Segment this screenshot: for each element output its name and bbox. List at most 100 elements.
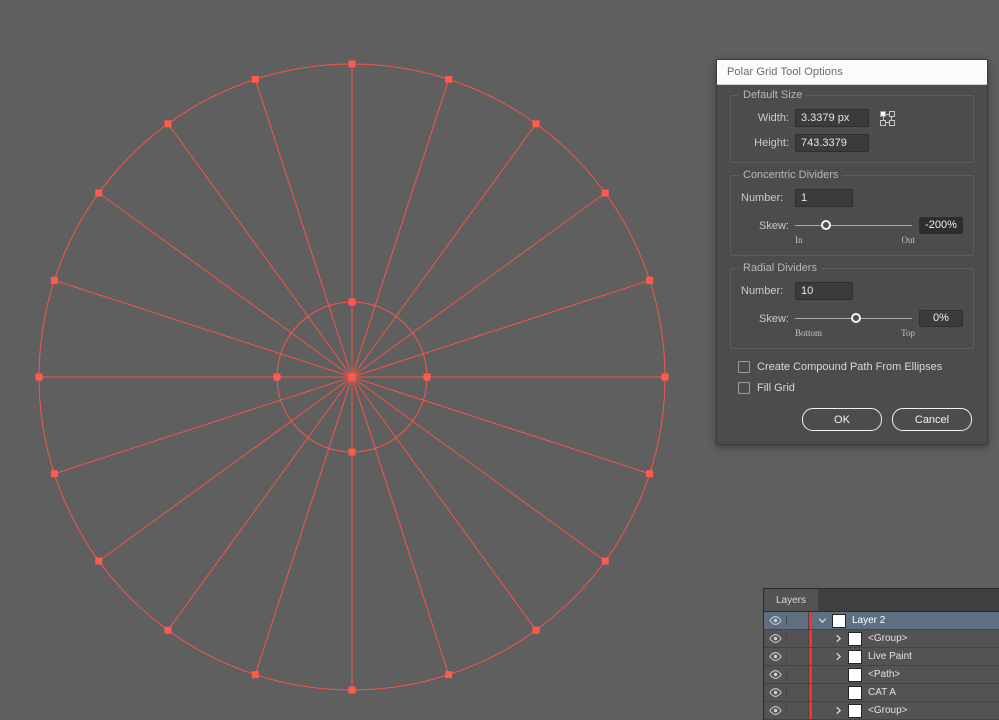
dialog-titlebar[interactable]: Polar Grid Tool Options [717, 60, 987, 85]
radial-number-label: Number: [741, 285, 784, 297]
concentric-number-row: Number: 1 [741, 189, 963, 207]
anchor-point[interactable] [348, 686, 356, 694]
lock-toggle-cell[interactable] [787, 684, 809, 701]
radial-number-row: Number: 10 [741, 282, 963, 300]
width-field-row: Width: 3.3379 px [741, 109, 963, 127]
height-input[interactable]: 743.3379 [795, 134, 869, 152]
anchor-point[interactable] [601, 189, 609, 197]
eye-icon[interactable] [764, 688, 787, 697]
eye-icon[interactable] [764, 670, 787, 679]
anchor-point[interactable] [445, 75, 453, 83]
concentric-number-input[interactable]: 1 [795, 189, 853, 207]
checkbox-label: Create Compound Path From Ellipses [757, 361, 943, 373]
anchor-point[interactable] [50, 276, 58, 284]
eye-icon[interactable] [764, 706, 787, 715]
layer-color-bar [809, 684, 812, 701]
layer-color-bar [809, 702, 812, 719]
radial-skew-max-label: Top [901, 328, 915, 338]
anchor-point[interactable] [95, 557, 103, 565]
width-label: Width: [757, 112, 789, 124]
layer-row[interactable]: Layer 2 [764, 612, 999, 630]
reference-point-icon[interactable] [879, 110, 896, 127]
concentric-skew-end-labels: In Out [795, 235, 915, 245]
concentric-skew-slider[interactable] [795, 218, 912, 234]
checkbox-row-1[interactable]: Fill Grid [738, 382, 974, 394]
layer-color-bar [809, 630, 812, 647]
default-size-group: Default Size Width: 3.3379 px Height: 74 [730, 89, 974, 163]
anchor-point[interactable] [601, 557, 609, 565]
anchor-point[interactable] [646, 276, 654, 284]
anchor-point[interactable] [251, 75, 259, 83]
layer-row[interactable]: Live Paint [764, 648, 999, 666]
concentric-number-label: Number: [741, 192, 784, 204]
eye-icon[interactable] [764, 616, 787, 625]
eye-icon[interactable] [764, 652, 787, 661]
chevron-right-icon[interactable] [828, 634, 848, 643]
anchor-point[interactable] [273, 373, 281, 381]
anchor-point[interactable] [35, 373, 43, 381]
layer-thumbnail [848, 703, 862, 718]
concentric-skew-max-label: Out [901, 235, 916, 245]
radial-skew-slider[interactable] [795, 311, 912, 327]
anchor-point[interactable] [164, 626, 172, 634]
width-input[interactable]: 3.3379 px [795, 109, 869, 127]
layer-row[interactable]: <Group> [764, 630, 999, 648]
anchor-point[interactable] [95, 189, 103, 197]
checkbox-label: Fill Grid [757, 382, 795, 394]
cancel-button[interactable]: Cancel [892, 408, 972, 431]
anchor-point[interactable] [348, 448, 356, 456]
chevron-down-icon[interactable] [812, 616, 832, 625]
checkbox-icon[interactable] [738, 361, 750, 373]
anchor-point[interactable] [348, 60, 356, 68]
layer-name: <Group> [868, 705, 908, 716]
layer-thumbnail [848, 631, 862, 646]
anchor-point[interactable] [423, 373, 431, 381]
lock-toggle-cell[interactable] [787, 630, 809, 647]
radial-skew-end-labels: Bottom Top [795, 328, 915, 338]
anchor-point[interactable] [50, 470, 58, 478]
radial-skew-row: Skew: 0% [741, 310, 963, 327]
lock-toggle-cell[interactable] [787, 612, 809, 629]
layer-row[interactable]: <Path> [764, 666, 999, 684]
tab-layers[interactable]: Layers [764, 589, 819, 611]
radial-skew-knob[interactable] [851, 312, 862, 323]
anchor-point[interactable] [532, 626, 540, 634]
height-label: Height: [754, 137, 789, 149]
radial-skew-value[interactable]: 0% [919, 310, 963, 327]
concentric-skew-value[interactable]: -200% [919, 217, 963, 234]
anchor-point[interactable] [445, 671, 453, 679]
dialog-title: Polar Grid Tool Options [727, 66, 843, 78]
lock-toggle-cell[interactable] [787, 648, 809, 665]
layer-row-list: Layer 2 <Group> Live Paint <Path> CAT A <Grou… [764, 612, 999, 720]
concentric-dividers-group: Concentric Dividers Number: 1 Skew: -200… [730, 169, 974, 256]
anchor-point[interactable] [532, 120, 540, 128]
anchor-point[interactable] [251, 671, 259, 679]
chevron-right-icon[interactable] [828, 652, 848, 661]
lock-toggle-cell[interactable] [787, 702, 809, 719]
ok-button[interactable]: OK [802, 408, 882, 431]
chevron-right-icon[interactable] [828, 706, 848, 715]
concentric-skew-track [795, 224, 912, 226]
anchor-point[interactable] [661, 373, 669, 381]
checkbox-row-0[interactable]: Create Compound Path From Ellipses [738, 361, 974, 373]
concentric-dividers-group-title: Concentric Dividers [739, 169, 843, 181]
layer-row[interactable]: <Group> [764, 702, 999, 720]
concentric-skew-knob[interactable] [820, 219, 831, 230]
layers-panel-tabbar: Layers [764, 589, 999, 612]
anchor-point[interactable] [348, 373, 356, 381]
layers-panel: Layers Layer 2 <Group> Live Paint <Path> CAT… [763, 588, 999, 720]
concentric-skew-row: Skew: -200% [741, 217, 963, 234]
concentric-skew-min-label: In [795, 235, 803, 245]
anchor-point[interactable] [646, 470, 654, 478]
layer-row[interactable]: CAT A [764, 684, 999, 702]
dialog-button-row: OK Cancel [730, 408, 972, 431]
radial-skew-label: Skew: [759, 312, 789, 325]
layer-color-bar [809, 648, 812, 665]
layer-name: Live Paint [868, 651, 912, 662]
lock-toggle-cell[interactable] [787, 666, 809, 683]
anchor-point[interactable] [164, 120, 172, 128]
checkbox-icon[interactable] [738, 382, 750, 394]
eye-icon[interactable] [764, 634, 787, 643]
radial-number-input[interactable]: 10 [795, 282, 853, 300]
anchor-point[interactable] [348, 298, 356, 306]
